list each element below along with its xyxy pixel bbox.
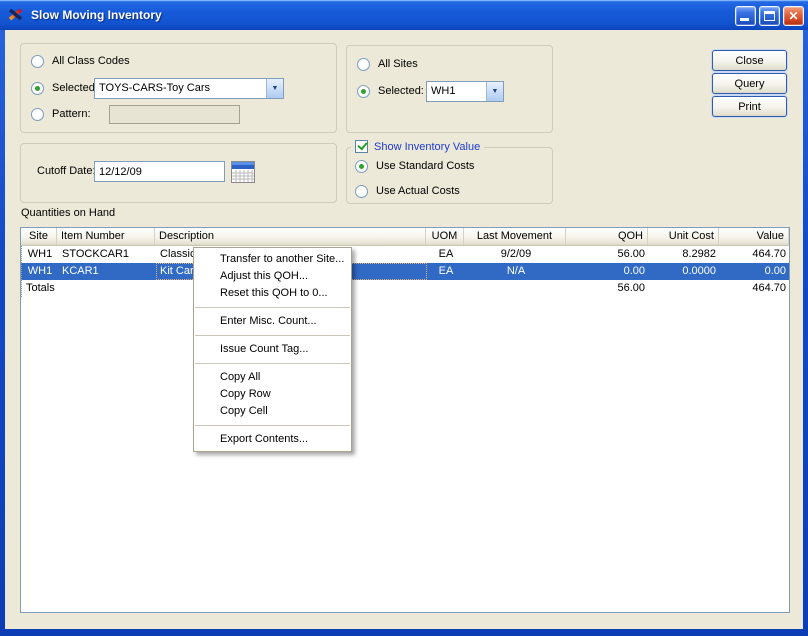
menu-item-issue-count-tag[interactable]: Issue Count Tag...	[194, 341, 351, 358]
menu-item-reset-qoh[interactable]: Reset this QOH to 0...	[194, 285, 351, 302]
all-sites-radio[interactable]	[357, 58, 370, 71]
use-standard-costs-label: Use Standard Costs	[376, 160, 474, 172]
pattern-label: Pattern:	[52, 108, 91, 120]
totals-qoh: 56.00	[567, 280, 649, 297]
cell-unit-cost: 8.2982	[649, 246, 720, 263]
pattern-radio[interactable]	[31, 108, 44, 121]
cell-value: 464.70	[720, 246, 790, 263]
cell-last-movement: N/A	[465, 263, 567, 280]
totals-label: Totals	[22, 280, 156, 297]
close-button[interactable]: Close	[712, 50, 787, 71]
cell-item-number: KCAR1	[58, 263, 156, 280]
use-actual-costs-radio[interactable]	[355, 185, 368, 198]
cutoff-date-input[interactable]	[94, 161, 225, 182]
menu-separator	[195, 363, 350, 364]
maximize-icon	[764, 11, 775, 21]
menu-separator	[195, 335, 350, 336]
cell-uom: EA	[427, 263, 465, 280]
table-header-row: Site Item Number Description UOM Last Mo…	[21, 228, 789, 246]
use-standard-costs-radio[interactable]	[355, 160, 368, 173]
inventory-value-group: Show Inventory Value Use Standard Costs …	[346, 147, 553, 204]
site-dropdown-button[interactable]: ▼	[486, 82, 503, 101]
show-inventory-value-checkbox[interactable]	[355, 140, 368, 153]
maximize-button[interactable]	[759, 6, 780, 26]
cell-qoh: 56.00	[567, 246, 649, 263]
close-icon: ✕	[784, 7, 803, 26]
cell-site: WH1	[22, 263, 58, 280]
cutoff-date-label: Cutoff Date:	[37, 165, 96, 177]
app-window: Slow Moving Inventory ✕ All Class Codes …	[0, 0, 808, 636]
column-header-uom[interactable]: UOM	[426, 228, 464, 245]
sites-group: All Sites Selected: WH1 ▼	[346, 45, 553, 133]
menu-item-adjust-qoh[interactable]: Adjust this QOH...	[194, 268, 351, 285]
minimize-button[interactable]	[735, 6, 756, 26]
use-actual-costs-label: Use Actual Costs	[376, 185, 460, 197]
menu-item-copy-cell[interactable]: Copy Cell	[194, 403, 351, 420]
class-code-value: TOYS-CARS-Toy Cars	[99, 79, 210, 98]
context-menu: Transfer to another Site... Adjust this …	[193, 247, 352, 452]
cell-site: WH1	[22, 246, 58, 263]
table-row[interactable]: WH1 STOCKCAR1 Classic EA 9/2/09 56.00 8.…	[21, 246, 789, 263]
cell-qoh: 0.00	[567, 263, 649, 280]
cell-last-movement: 9/2/09	[465, 246, 567, 263]
app-logo-icon	[8, 7, 24, 23]
cell-item-number: STOCKCAR1	[58, 246, 156, 263]
totals-value: 464.70	[720, 280, 790, 297]
selected-class-code-label: Selected:	[52, 82, 98, 94]
window-title: Slow Moving Inventory	[31, 0, 162, 30]
class-code-combobox[interactable]: TOYS-CARS-Toy Cars ▼	[94, 78, 284, 99]
all-class-codes-radio[interactable]	[31, 55, 44, 68]
chevron-down-icon: ▼	[492, 88, 499, 95]
column-header-description[interactable]: Description	[155, 228, 426, 245]
column-header-last-movement[interactable]: Last Movement	[464, 228, 566, 245]
menu-item-copy-row[interactable]: Copy Row	[194, 386, 351, 403]
close-window-button[interactable]: ✕	[783, 6, 804, 26]
cell-unit-cost: 0.0000	[649, 263, 720, 280]
calendar-icon[interactable]	[231, 161, 255, 183]
menu-item-copy-all[interactable]: Copy All	[194, 369, 351, 386]
query-button[interactable]: Query	[712, 73, 787, 94]
titlebar[interactable]: Slow Moving Inventory ✕	[0, 0, 808, 30]
column-header-value[interactable]: Value	[719, 228, 789, 245]
pattern-input[interactable]	[109, 105, 240, 124]
menu-item-enter-misc-count[interactable]: Enter Misc. Count...	[194, 313, 351, 330]
selected-site-label: Selected:	[378, 85, 424, 97]
minimize-icon	[740, 18, 749, 21]
dialog-body: All Class Codes Selected: TOYS-CARS-Toy …	[5, 30, 803, 629]
selected-site-radio[interactable]	[357, 85, 370, 98]
menu-separator	[195, 307, 350, 308]
menu-item-transfer-site[interactable]: Transfer to another Site...	[194, 251, 351, 268]
all-class-codes-label: All Class Codes	[52, 55, 130, 67]
print-button[interactable]: Print	[712, 96, 787, 117]
chevron-down-icon: ▼	[272, 85, 279, 92]
show-inventory-value-label: Show Inventory Value	[374, 141, 480, 153]
class-codes-group: All Class Codes Selected: TOYS-CARS-Toy …	[20, 43, 337, 133]
selected-class-code-radio[interactable]	[31, 82, 44, 95]
quantities-table: Site Item Number Description UOM Last Mo…	[20, 227, 790, 613]
all-sites-label: All Sites	[378, 58, 418, 70]
site-value: WH1	[431, 82, 455, 101]
column-header-site[interactable]: Site	[21, 228, 57, 245]
table-totals-row: Totals 56.00 464.70	[21, 280, 789, 297]
cell-uom: EA	[427, 246, 465, 263]
menu-item-export-contents[interactable]: Export Contents...	[194, 431, 351, 448]
cell-value: 0.00	[720, 263, 790, 280]
table-row-selected[interactable]: WH1 KCAR1 Kit Car EA N/A 0.00 0.0000 0.0…	[21, 263, 789, 280]
column-header-unit-cost[interactable]: Unit Cost	[648, 228, 719, 245]
table-caption: Quantities on Hand	[21, 207, 115, 219]
class-code-dropdown-button[interactable]: ▼	[266, 79, 283, 98]
cutoff-date-group: Cutoff Date:	[20, 143, 337, 203]
menu-separator	[195, 425, 350, 426]
column-header-qoh[interactable]: QOH	[566, 228, 648, 245]
column-header-item-number[interactable]: Item Number	[57, 228, 155, 245]
site-combobox[interactable]: WH1 ▼	[426, 81, 504, 102]
